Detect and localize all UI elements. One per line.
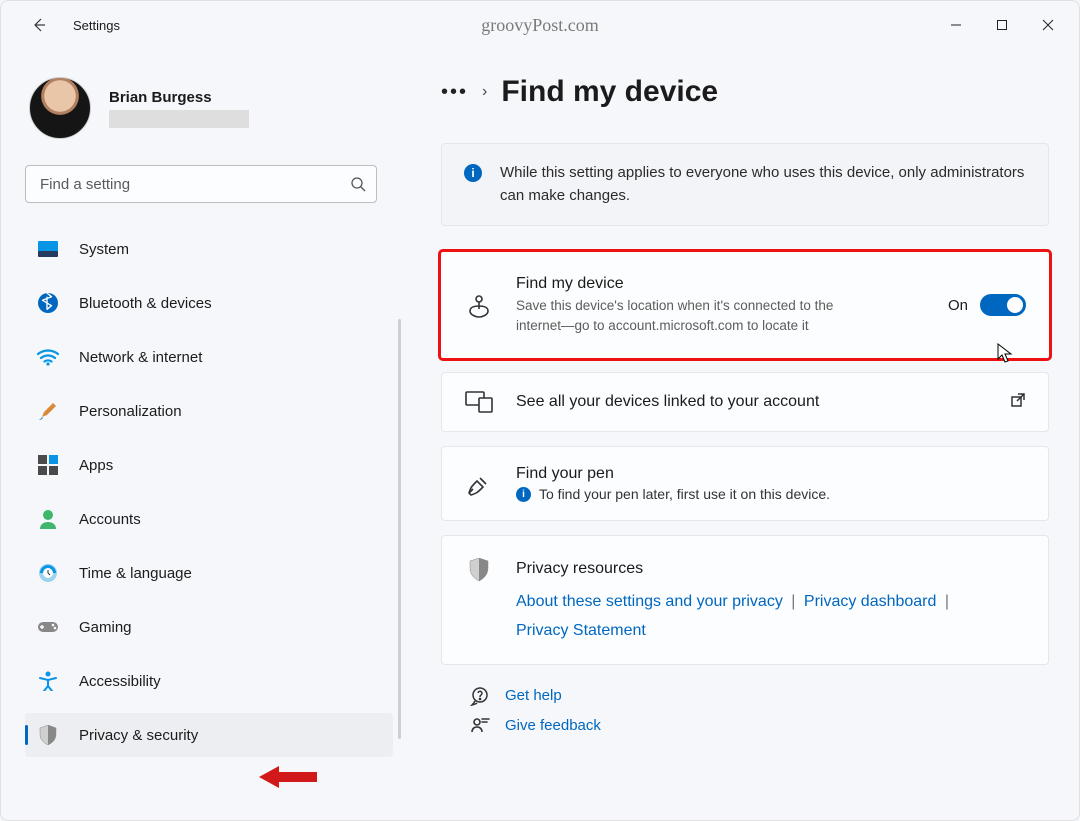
minimize-icon xyxy=(950,19,962,31)
toggle-label: On xyxy=(948,297,968,314)
shield-icon xyxy=(37,724,59,746)
toggle-group: On xyxy=(948,294,1026,316)
bluetooth-icon xyxy=(37,292,59,314)
sidebar-item-privacy[interactable]: Privacy & security xyxy=(25,713,393,757)
close-icon xyxy=(1042,19,1054,31)
nav-label: Time & language xyxy=(79,565,192,582)
breadcrumb-ellipsis[interactable]: ••• xyxy=(441,81,468,104)
find-pen-card: Find your pen i To find your pen later, … xyxy=(441,446,1049,521)
link-label: Get help xyxy=(505,687,562,704)
location-pin-icon xyxy=(464,291,494,319)
sidebar-scrollbar[interactable] xyxy=(398,319,401,739)
privacy-link-about[interactable]: About these settings and your privacy xyxy=(516,593,783,610)
nav-label: System xyxy=(79,241,129,258)
card-title: Find my device xyxy=(516,275,926,293)
pen-icon xyxy=(464,472,494,496)
nav-label: Accounts xyxy=(79,511,141,528)
nav-label: Gaming xyxy=(79,619,132,636)
breadcrumb: ••• › Find my device xyxy=(441,75,1049,109)
search-box[interactable] xyxy=(25,165,377,203)
avatar xyxy=(29,77,91,139)
arrow-left-icon xyxy=(31,17,47,33)
time-icon xyxy=(37,562,59,584)
watermark: groovyPost.com xyxy=(481,15,599,36)
card-title: Privacy resources xyxy=(516,554,1026,584)
wifi-icon xyxy=(37,346,59,368)
search-input[interactable] xyxy=(40,176,350,193)
card-title: See all your devices linked to your acco… xyxy=(516,393,988,411)
privacy-resources-card: Privacy resources About these settings a… xyxy=(441,535,1049,665)
sidebar-item-personalization[interactable]: Personalization xyxy=(25,389,393,433)
accessibility-icon xyxy=(37,670,59,692)
privacy-link-dashboard[interactable]: Privacy dashboard xyxy=(804,593,937,610)
title-bar: Settings groovyPost.com xyxy=(1,1,1079,49)
card-desc: To find your pen later, first use it on … xyxy=(539,486,830,502)
get-help-link[interactable]: Get help xyxy=(469,685,1049,707)
help-icon xyxy=(469,685,491,707)
app-title: Settings xyxy=(73,18,120,33)
nav-label: Apps xyxy=(79,457,113,474)
page-title: Find my device xyxy=(501,75,718,109)
sidebar-item-bluetooth[interactable]: Bluetooth & devices xyxy=(25,281,393,325)
system-icon xyxy=(37,238,59,260)
back-button[interactable] xyxy=(21,7,57,43)
main-content: ••• › Find my device i While this settin… xyxy=(401,49,1079,820)
find-my-device-toggle[interactable] xyxy=(980,294,1026,316)
accounts-icon xyxy=(37,508,59,530)
nav-list: System Bluetooth & devices Network & int… xyxy=(25,227,393,757)
maximize-icon xyxy=(996,19,1008,31)
search-icon xyxy=(350,176,366,192)
sidebar-item-accessibility[interactable]: Accessibility xyxy=(25,659,393,703)
card-desc: Save this device's location when it's co… xyxy=(516,296,836,335)
minimize-button[interactable] xyxy=(933,9,979,41)
brush-icon xyxy=(37,400,59,422)
feedback-icon xyxy=(469,715,491,737)
admin-notice: i While this setting applies to everyone… xyxy=(441,143,1049,226)
user-email-placeholder xyxy=(109,110,249,128)
user-block[interactable]: Brian Burgess xyxy=(29,77,395,139)
sidebar-item-system[interactable]: System xyxy=(25,227,393,271)
nav-label: Bluetooth & devices xyxy=(79,295,212,312)
card-title: Find your pen xyxy=(516,465,1026,483)
nav-label: Personalization xyxy=(79,403,182,420)
see-all-devices-card[interactable]: See all your devices linked to your acco… xyxy=(441,372,1049,432)
give-feedback-link[interactable]: Give feedback xyxy=(469,715,1049,737)
devices-icon xyxy=(464,391,494,413)
sidebar-item-gaming[interactable]: Gaming xyxy=(25,605,393,649)
nav-label: Accessibility xyxy=(79,673,161,690)
apps-icon xyxy=(37,454,59,476)
close-button[interactable] xyxy=(1025,9,1071,41)
sidebar-item-time[interactable]: Time & language xyxy=(25,551,393,595)
gaming-icon xyxy=(37,616,59,638)
sidebar-item-network[interactable]: Network & internet xyxy=(25,335,393,379)
find-my-device-card: Find my device Save this device's locati… xyxy=(441,252,1049,358)
chevron-right-icon: › xyxy=(482,83,487,101)
maximize-button[interactable] xyxy=(979,9,1025,41)
nav-label: Network & internet xyxy=(79,349,202,366)
sidebar: Brian Burgess System Bluetooth & devices… xyxy=(1,49,401,820)
link-label: Give feedback xyxy=(505,717,601,734)
notice-text: While this setting applies to everyone w… xyxy=(500,162,1026,207)
info-icon: i xyxy=(464,164,482,182)
window-controls xyxy=(933,9,1071,41)
sidebar-item-apps[interactable]: Apps xyxy=(25,443,393,487)
nav-label: Privacy & security xyxy=(79,727,198,744)
user-name: Brian Burgess xyxy=(109,89,249,106)
info-icon: i xyxy=(516,487,531,502)
privacy-link-statement[interactable]: Privacy Statement xyxy=(516,622,646,639)
shield-icon xyxy=(464,558,494,582)
sidebar-item-accounts[interactable]: Accounts xyxy=(25,497,393,541)
external-link-icon xyxy=(1010,392,1026,413)
